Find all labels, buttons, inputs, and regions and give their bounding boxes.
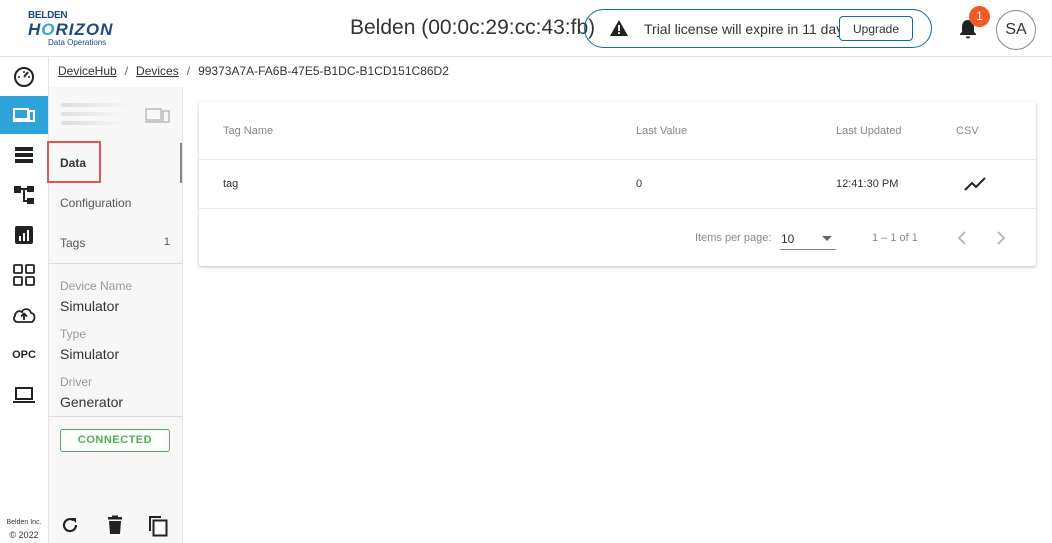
trash-icon bbox=[108, 515, 122, 534]
trend-icon[interactable] bbox=[964, 176, 986, 192]
logo-tagline: Data Operations bbox=[48, 38, 107, 47]
panel-actions bbox=[49, 513, 182, 539]
driver-value: Generator bbox=[60, 394, 124, 410]
rail-laptop[interactable] bbox=[0, 376, 48, 414]
belden-horizon-logo[interactable]: BELDEN HORIZON Data Operations bbox=[28, 10, 120, 50]
refresh-icon bbox=[62, 517, 78, 533]
logo-letters: RIZON bbox=[55, 20, 114, 39]
driver-label: Driver bbox=[60, 375, 92, 389]
divider bbox=[49, 263, 182, 264]
rail-list[interactable] bbox=[0, 136, 48, 174]
copy-button[interactable] bbox=[147, 513, 169, 537]
breadcrumb-devicehub-link[interactable]: DeviceHub bbox=[58, 64, 117, 78]
breadcrumb-devices-link[interactable]: Devices bbox=[136, 64, 179, 78]
tags-table-card: Tag Name Last Value Last Updated CSV tag… bbox=[199, 102, 1036, 266]
chevron-right-icon bbox=[997, 231, 1006, 245]
upgrade-button[interactable]: Upgrade bbox=[839, 16, 913, 41]
column-header-csv: CSV bbox=[956, 125, 979, 137]
laptop-icon bbox=[13, 387, 35, 403]
tab-tags[interactable]: Tags 1 bbox=[49, 223, 182, 263]
cell-last-value: 0 bbox=[636, 178, 643, 190]
type-label: Type bbox=[60, 327, 87, 341]
copy-icon bbox=[149, 516, 168, 537]
chevron-left-icon bbox=[957, 231, 966, 245]
chevron-down-icon bbox=[822, 236, 832, 241]
rail-opc[interactable]: OPC bbox=[0, 336, 48, 374]
device-name-value: Simulator bbox=[60, 298, 120, 314]
rail-dashboard[interactable] bbox=[0, 57, 48, 95]
rail-reports[interactable] bbox=[0, 216, 48, 254]
rail-hierarchy[interactable] bbox=[0, 176, 48, 214]
devices-icon bbox=[13, 108, 35, 122]
rail-apps[interactable] bbox=[0, 256, 48, 294]
copyright: Belden Inc. © 2022 bbox=[2, 517, 46, 541]
rail-devices[interactable] bbox=[0, 96, 48, 134]
row-divider bbox=[199, 208, 1036, 209]
logo-letter: H bbox=[28, 20, 42, 39]
list-icon bbox=[15, 147, 33, 163]
left-nav-rail: OPC Belden Inc. © 2022 bbox=[0, 57, 49, 543]
dashboard-icon bbox=[14, 67, 34, 87]
type-value: Simulator bbox=[60, 346, 120, 362]
warning-icon bbox=[610, 20, 628, 36]
notification-count-badge[interactable]: 1 bbox=[969, 6, 990, 27]
breadcrumb: DeviceHub / Devices / 99373A7A-FA6B-47E5-B1D… bbox=[58, 64, 449, 78]
tab-configuration-label: Configuration bbox=[60, 196, 132, 210]
previous-page-button[interactable] bbox=[950, 226, 974, 250]
hierarchy-icon bbox=[14, 186, 34, 204]
column-header-tag-name[interactable]: Tag Name bbox=[223, 125, 273, 137]
pagination-range: 1 – 1 of 1 bbox=[872, 232, 918, 244]
device-header-placeholder bbox=[61, 103, 131, 131]
app-header: BELDEN HORIZON Data Operations Belden (0… bbox=[0, 0, 1052, 57]
opc-label: OPC bbox=[12, 349, 36, 361]
tags-count: 1 bbox=[163, 236, 170, 248]
rail-cloud[interactable] bbox=[0, 296, 48, 334]
tab-tags-label: Tags bbox=[60, 236, 86, 250]
device-name-label: Device Name bbox=[60, 279, 133, 293]
cell-last-updated: 12:41:30 PM bbox=[836, 178, 899, 190]
refresh-button[interactable] bbox=[59, 513, 81, 537]
divider bbox=[49, 416, 182, 417]
logo-letter-accent: O bbox=[41, 20, 56, 39]
breadcrumb-separator: / bbox=[186, 64, 191, 78]
trial-message: Trial license will expire in 11 days bbox=[644, 21, 851, 37]
cell-tag-name: tag bbox=[223, 178, 239, 190]
items-per-page-select[interactable]: 10 bbox=[780, 228, 836, 250]
column-header-last-updated[interactable]: Last Updated bbox=[836, 125, 901, 137]
copyright-year: © 2022 bbox=[9, 530, 39, 540]
device-title: Belden (00:0c:29:cc:43:fb) bbox=[350, 16, 596, 39]
connection-status-badge: CONNECTED bbox=[60, 429, 170, 452]
report-icon bbox=[15, 226, 33, 244]
data-tab-highlight bbox=[47, 141, 101, 183]
copyright-company: Belden Inc. bbox=[6, 519, 42, 526]
delete-button[interactable] bbox=[104, 513, 126, 537]
header-divider bbox=[199, 159, 1036, 160]
user-avatar[interactable]: SA bbox=[996, 10, 1036, 50]
next-page-button[interactable] bbox=[989, 226, 1013, 250]
tab-configuration[interactable]: Configuration bbox=[49, 183, 182, 223]
devices-icon bbox=[145, 108, 170, 123]
breadcrumb-current-device: 99373A7A-FA6B-47E5-B1DC-B1CD151C86D2 bbox=[198, 64, 449, 78]
column-header-last-value[interactable]: Last Value bbox=[636, 125, 687, 137]
active-tab-indicator bbox=[180, 143, 182, 183]
breadcrumb-separator: / bbox=[124, 64, 129, 78]
items-per-page-label: Items per page: bbox=[695, 232, 772, 244]
cloud-upload-icon bbox=[13, 308, 36, 323]
logo-product-line: HORIZON bbox=[28, 20, 113, 40]
items-per-page-value: 10 bbox=[781, 232, 795, 246]
trial-license-banner: Trial license will expire in 11 days Upg… bbox=[584, 9, 932, 48]
apps-icon bbox=[13, 264, 35, 286]
